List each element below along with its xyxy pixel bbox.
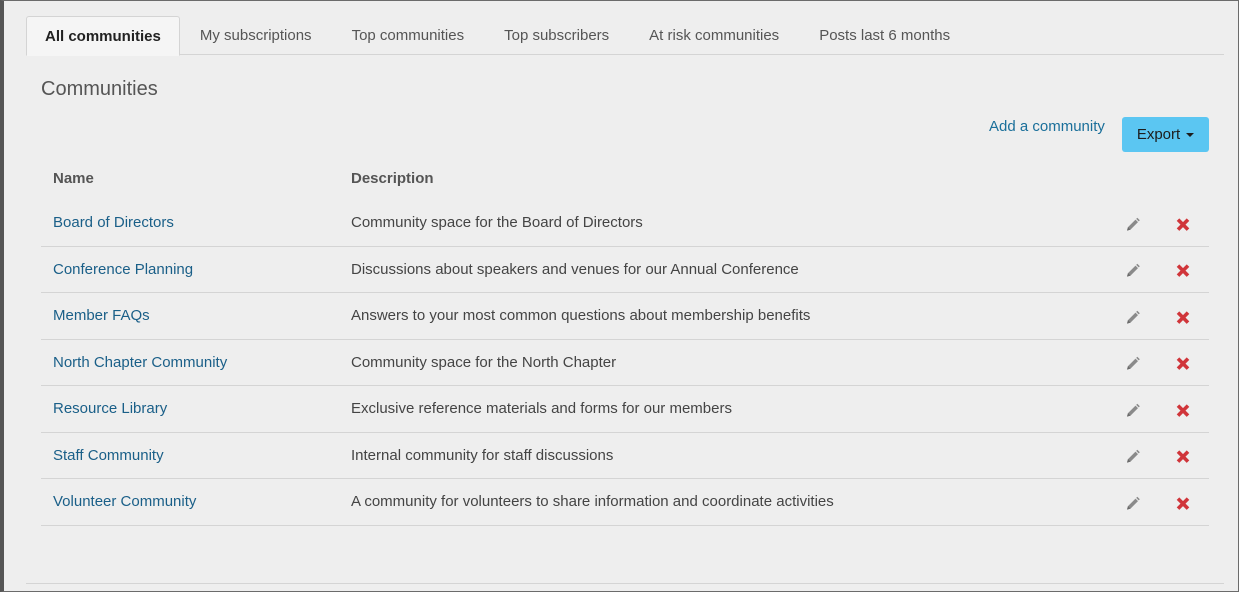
close-x-icon[interactable] bbox=[1175, 216, 1191, 232]
close-x-icon[interactable] bbox=[1175, 495, 1191, 511]
tab-all-communities[interactable]: All communities bbox=[26, 16, 180, 56]
community-description: Exclusive reference materials and forms … bbox=[351, 400, 732, 418]
community-description: Community space for the North Chapter bbox=[351, 353, 617, 371]
header-name: Name bbox=[53, 169, 94, 187]
tab-at-risk-communities[interactable]: At risk communities bbox=[629, 16, 799, 55]
community-name-link[interactable]: Conference Planning bbox=[53, 261, 193, 278]
communities-table: Name Description Board of Directors Comm… bbox=[41, 156, 1209, 526]
community-description: Discussions about speakers and venues fo… bbox=[351, 260, 799, 278]
bottom-divider bbox=[26, 583, 1224, 584]
caret-down-icon bbox=[1186, 132, 1195, 137]
pencil-icon[interactable] bbox=[1125, 356, 1141, 372]
close-x-icon[interactable] bbox=[1175, 263, 1191, 279]
pencil-icon[interactable] bbox=[1125, 263, 1141, 279]
page-title: Communities bbox=[41, 78, 158, 100]
table-row: Staff Community Internal community for s… bbox=[41, 433, 1209, 479]
pencil-icon[interactable] bbox=[1125, 449, 1141, 465]
community-description: Answers to your most common questions ab… bbox=[351, 307, 811, 325]
pencil-icon[interactable] bbox=[1125, 309, 1141, 325]
close-x-icon[interactable] bbox=[1175, 356, 1191, 372]
community-name-link[interactable]: Member FAQs bbox=[53, 307, 150, 324]
header-description: Description bbox=[351, 169, 434, 187]
table-row: Volunteer Community A community for volu… bbox=[41, 479, 1209, 526]
pencil-icon[interactable] bbox=[1125, 216, 1141, 232]
table-row: Resource Library Exclusive reference mat… bbox=[41, 386, 1209, 433]
tab-top-communities[interactable]: Top communities bbox=[332, 16, 485, 55]
community-name-link[interactable]: North Chapter Community bbox=[53, 354, 227, 371]
export-button-label: Export bbox=[1136, 126, 1181, 143]
community-description: A community for volunteers to share info… bbox=[351, 493, 834, 511]
community-name-link[interactable]: Volunteer Community bbox=[53, 493, 196, 510]
add-community-link[interactable]: Add a community bbox=[989, 118, 1105, 135]
close-x-icon[interactable] bbox=[1175, 402, 1191, 418]
community-name-link[interactable]: Board of Directors bbox=[53, 214, 174, 231]
export-button[interactable]: Export bbox=[1122, 117, 1209, 152]
table-header: Name Description bbox=[41, 156, 1209, 200]
pencil-icon[interactable] bbox=[1125, 495, 1141, 511]
community-name-link[interactable]: Resource Library bbox=[53, 400, 167, 417]
table-row: North Chapter Community Community space … bbox=[41, 340, 1209, 386]
table-row: Board of Directors Community space for t… bbox=[41, 200, 1209, 247]
close-x-icon[interactable] bbox=[1175, 449, 1191, 465]
tab-bar: All communities My subscriptions Top com… bbox=[26, 16, 1224, 56]
community-description: Internal community for staff discussions bbox=[351, 446, 614, 464]
community-name-link[interactable]: Staff Community bbox=[53, 447, 164, 464]
tab-posts-last-6-months[interactable]: Posts last 6 months bbox=[799, 16, 970, 55]
close-x-icon[interactable] bbox=[1175, 309, 1191, 325]
table-row: Conference Planning Discussions about sp… bbox=[41, 247, 1209, 293]
table-row: Member FAQs Answers to your most common … bbox=[41, 293, 1209, 340]
pencil-icon[interactable] bbox=[1125, 402, 1141, 418]
table-body: Board of Directors Community space for t… bbox=[41, 200, 1209, 526]
tab-my-subscriptions[interactable]: My subscriptions bbox=[180, 16, 332, 55]
community-description: Community space for the Board of Directo… bbox=[351, 214, 643, 232]
tab-top-subscribers[interactable]: Top subscribers bbox=[484, 16, 629, 55]
